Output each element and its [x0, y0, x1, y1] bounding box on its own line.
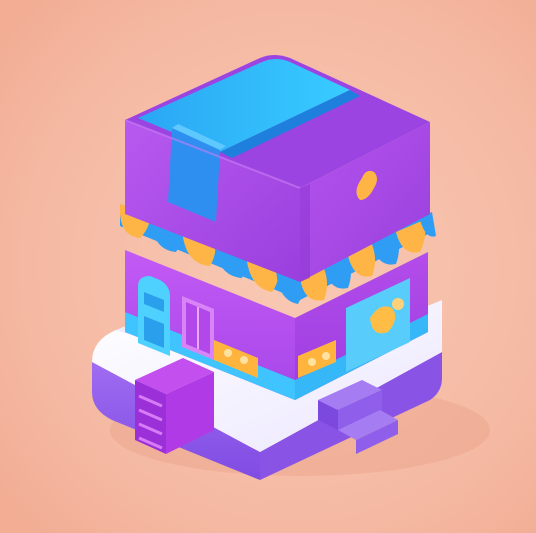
door-icon: [138, 276, 170, 356]
illustration-canvas: [0, 0, 536, 533]
isometric-shop-illustration: [0, 0, 536, 533]
